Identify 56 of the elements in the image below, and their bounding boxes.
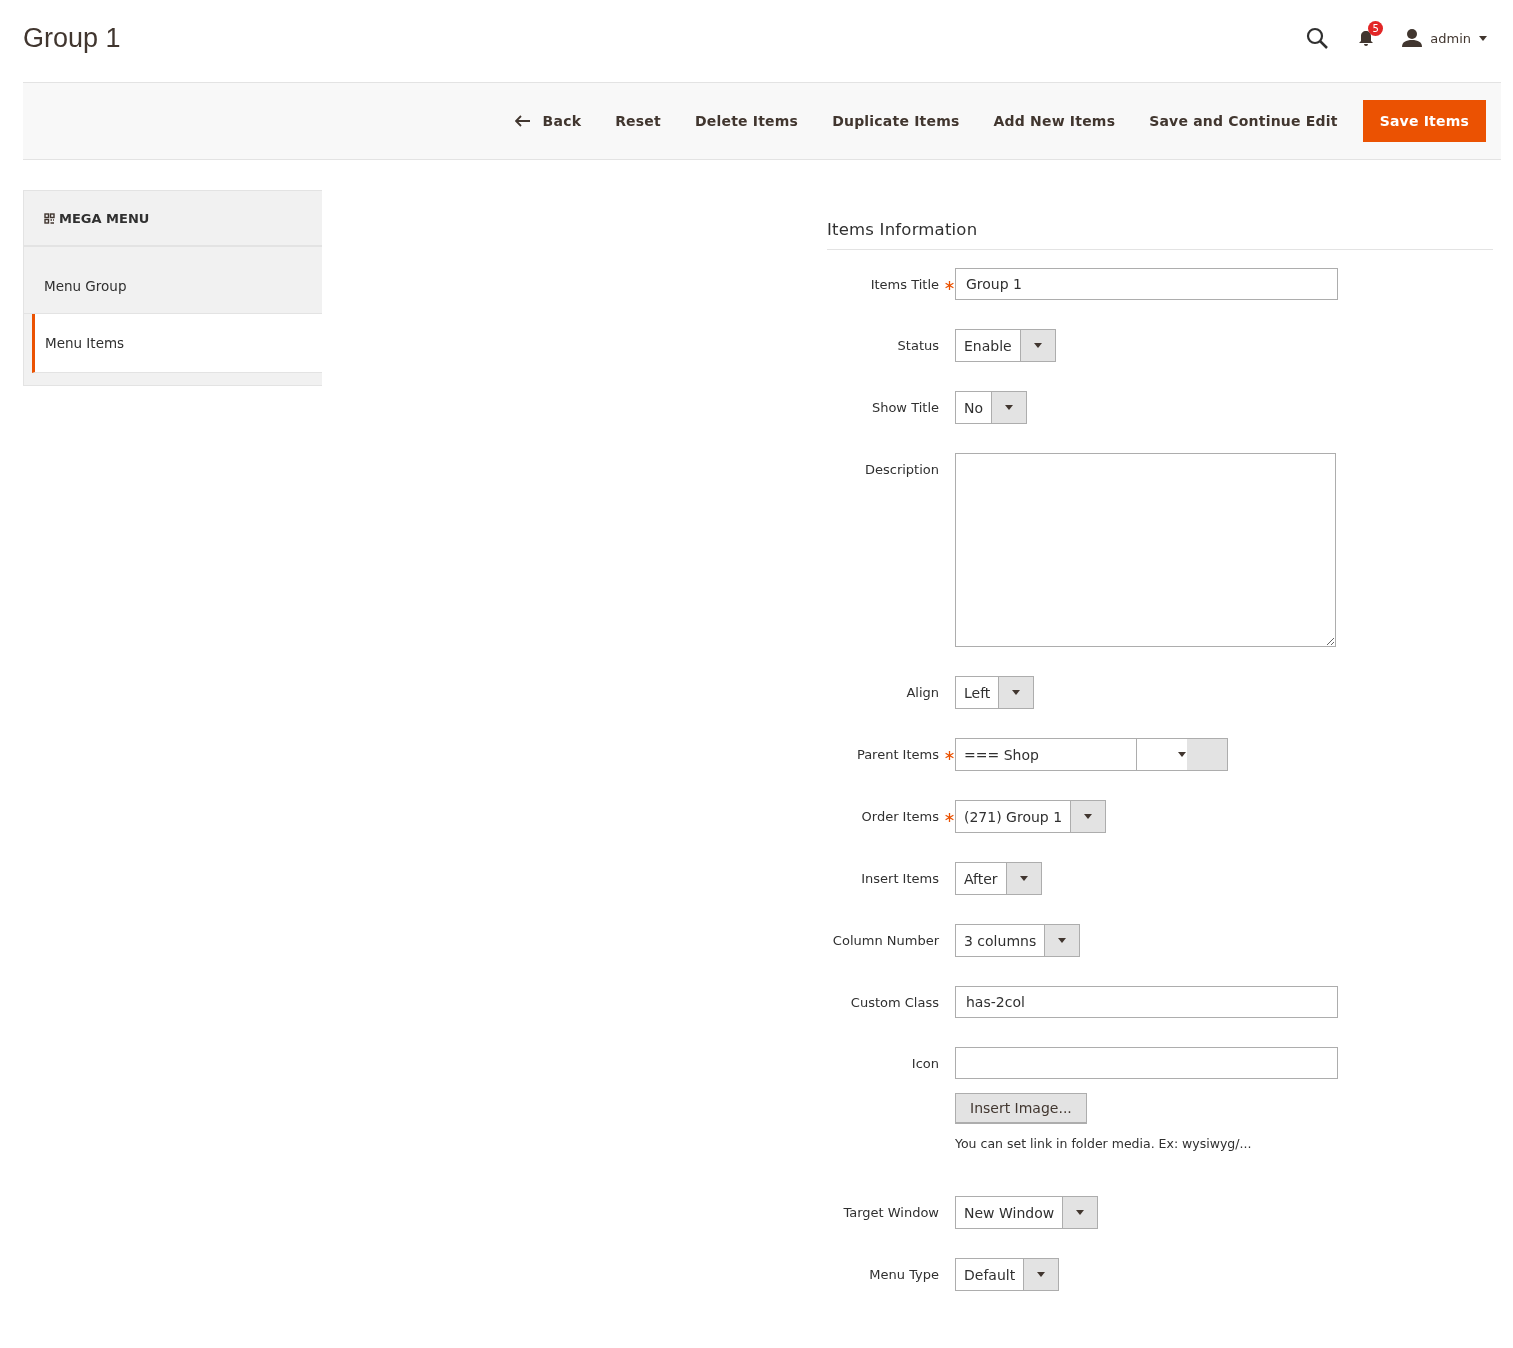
caret-icon [1019, 876, 1028, 881]
grid-icon [44, 212, 55, 224]
caret-icon [1033, 343, 1042, 348]
toolbar-button[interactable]: Duplicate Items [821, 101, 971, 141]
field-label: Status [896, 337, 939, 355]
select-field[interactable]: After [955, 862, 1042, 895]
caret-icon [1084, 814, 1093, 819]
caret-icon [1058, 938, 1067, 943]
select-field[interactable]: Enable [955, 329, 1056, 362]
field-label: Menu Type [868, 1266, 939, 1284]
user-name[interactable]: admin [1430, 30, 1471, 46]
section-title: Items Information [827, 220, 1493, 250]
field-label: Order Items [860, 808, 939, 826]
select-field[interactable]: === Shop [955, 738, 1228, 771]
field-label: Icon [910, 1055, 939, 1073]
text-field[interactable] [955, 1047, 1338, 1079]
toolbar-button[interactable]: Add New Items [982, 101, 1127, 141]
page-title: Group 1 [23, 22, 122, 54]
caret-icon [1012, 690, 1021, 695]
field-label: Show Title [870, 399, 939, 417]
text-field[interactable]: has-2col [955, 986, 1338, 1018]
text-field[interactable]: Group 1 [955, 268, 1338, 300]
user-icon [1402, 29, 1423, 47]
toolbar-button[interactable]: Save and Continue Edit [1138, 101, 1349, 141]
description-field[interactable] [955, 453, 1336, 647]
field-label: Column Number [831, 932, 939, 950]
insert-image-button[interactable]: Insert Image... [955, 1093, 1087, 1124]
caret-icon [1479, 35, 1487, 41]
select-field[interactable]: No [955, 391, 1028, 424]
notification-count: 5 [1368, 20, 1384, 36]
field-label: Custom Class [849, 994, 939, 1012]
toolbar-button[interactable]: Reset [604, 101, 672, 141]
back-button[interactable]: Back [503, 101, 593, 141]
caret-icon [1005, 405, 1014, 410]
caret-icon [1076, 1210, 1085, 1215]
select-field[interactable]: New Window [955, 1196, 1099, 1229]
field-label: Insert Items [860, 870, 939, 888]
caret-icon [1178, 752, 1186, 757]
field-label: Align [905, 684, 939, 702]
select-field[interactable]: (271) Group 1 [955, 800, 1107, 833]
field-note: You can set link in folder media. Ex: wysiwyg/... [955, 1136, 1253, 1151]
sidebar-item[interactable]: Menu Items [32, 314, 322, 373]
sidebar-title: MEGA MENU [59, 210, 150, 226]
field-label: Parent Items [855, 746, 939, 764]
select-field[interactable]: Default [955, 1258, 1060, 1291]
caret-icon [1037, 1272, 1046, 1277]
search-icon[interactable] [1306, 27, 1329, 49]
bell-icon[interactable] [1358, 29, 1375, 47]
select-field[interactable]: 3 columns [955, 924, 1081, 957]
arrow-left-icon [514, 115, 531, 127]
field-label: Items Title [869, 276, 939, 294]
select-field[interactable]: Left [955, 676, 1035, 709]
toolbar-button[interactable]: Delete Items [683, 101, 810, 141]
save-button[interactable]: Save Items [1362, 100, 1486, 142]
field-label: Target Window [842, 1204, 939, 1222]
field-label: Description [863, 461, 939, 479]
